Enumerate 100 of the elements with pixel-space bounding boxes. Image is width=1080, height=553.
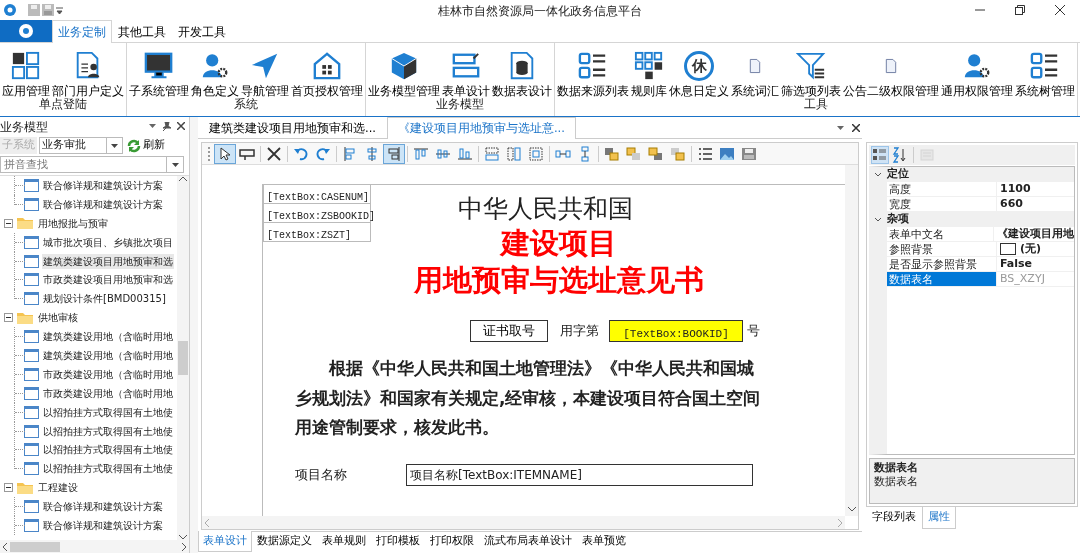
editor-tab[interactable]: 打印模板 [371, 532, 425, 551]
ribbon-button[interactable]: 休 休息日定义 [668, 43, 730, 98]
tree-item[interactable]: 联合修详规和建筑设计方案 [42, 517, 164, 533]
close-icon[interactable] [177, 122, 185, 130]
ribbon-button[interactable]: 公告二级权限管理 [842, 43, 940, 98]
property-value[interactable]: False [1000, 255, 1033, 273]
tree-item[interactable]: 联合修详规和建筑设计方案 [42, 196, 164, 212]
toolbar-button[interactable] [871, 146, 889, 164]
scrollbar[interactable] [177, 176, 189, 540]
app-menu-button[interactable] [0, 20, 52, 42]
form-field[interactable]: [TextBox:ZSZT] [263, 223, 371, 242]
dropdown-icon[interactable] [55, 4, 64, 15]
ribbon-button[interactable]: 通用权限管理 [940, 43, 1014, 98]
form-field[interactable]: [TextBox:ZSBOOKID] [263, 204, 371, 223]
form-field[interactable]: [TextBox:BOOKID] [609, 320, 743, 342]
property-name[interactable]: 参照背景 [887, 242, 997, 256]
scroll-left-icon[interactable] [2, 542, 7, 551]
property-name[interactable]: 宽度 [887, 197, 997, 211]
ribbon-button[interactable]: 部门用户定义 [51, 43, 125, 98]
tree-item[interactable]: 建筑类建设项目用地预审和选 [42, 253, 174, 269]
property-value[interactable]: 《建设项目用地 [997, 225, 1074, 243]
app-logo-icon [18, 23, 34, 39]
toolbar-button[interactable] [383, 143, 405, 164]
property-name[interactable]: 高度 [887, 182, 997, 196]
tree-folder[interactable]: 用地报批与预审 [37, 215, 109, 231]
expander-icon[interactable] [4, 483, 13, 493]
search-field[interactable]: 拼音查找 [0, 156, 166, 173]
cube-icon [389, 51, 419, 81]
tree-folder[interactable]: 工程建设 [37, 480, 79, 496]
scroll-right-icon[interactable] [182, 542, 187, 551]
scroll-down-icon[interactable] [847, 507, 856, 512]
ribbon-button[interactable]: 数据表设计 [491, 43, 553, 98]
editor-tab[interactable]: 数据源定义 [252, 532, 317, 551]
editor-tab[interactable]: 打印权限 [425, 532, 479, 551]
property-name[interactable]: 表单中文名 [887, 227, 994, 241]
pin-icon[interactable] [162, 122, 171, 131]
window-icon [24, 518, 39, 532]
ribbon-tab[interactable]: 开发工具 [172, 20, 232, 42]
restore-icon[interactable] [1015, 4, 1025, 15]
ribbon-button[interactable]: 角色定义 [190, 43, 240, 98]
form-field[interactable]: 项目名称[TextBox:ITEMNAME] [406, 463, 753, 486]
property-value[interactable]: 660 [1000, 195, 1023, 213]
tree-item[interactable]: 联合修详规和建筑设计方案 [42, 499, 164, 515]
ribbon-button[interactable]: 首页授权管理 [290, 43, 364, 98]
tree-item[interactable]: 建筑类建设用地（含临时用地 [42, 347, 174, 363]
property-value[interactable]: 1100 [1000, 180, 1031, 198]
ribbon-button[interactable]: 导航管理 [240, 43, 290, 98]
panel-tab[interactable]: 属性 [922, 507, 956, 529]
panel-tab[interactable]: 字段列表 [866, 507, 922, 529]
close-icon[interactable] [852, 124, 860, 132]
property-name[interactable]: 是否显示参照背景 [887, 257, 997, 271]
ribbon-button[interactable]: 系统词汇 [730, 43, 780, 98]
align-right-icon [386, 145, 402, 162]
ribbon-button[interactable]: 筛选项列表 [780, 43, 842, 98]
tree-item[interactable]: 以招拍挂方式取得国有土地使 [42, 404, 174, 420]
tree-item[interactable]: 以招拍挂方式取得国有土地使 [42, 442, 174, 458]
toolbar-button[interactable] [214, 143, 236, 164]
ribbon-button[interactable]: 表单设计 [441, 43, 491, 98]
scrollbar[interactable] [0, 540, 189, 553]
ribbon-tab[interactable]: 业务定制 [52, 20, 112, 43]
editor-tab[interactable]: 表单设计 [198, 531, 252, 552]
refresh-button[interactable]: 刷新 [125, 137, 167, 154]
property-name[interactable]: 数据表名 [887, 272, 997, 286]
expander-icon[interactable] [4, 218, 13, 228]
form-field[interactable]: [TextBox:CASENUM] [263, 185, 371, 204]
tree-item[interactable]: 以招拍挂方式取得国有土地使 [42, 423, 174, 439]
dropdown-icon[interactable] [149, 122, 156, 130]
tree-folder[interactable]: 供地审核 [37, 310, 79, 326]
tree-item[interactable]: 建筑类建设用地（含临时用地 [42, 329, 174, 345]
tree-item[interactable]: 联合修详规和建筑设计方案 [42, 177, 164, 193]
property-value[interactable]: (无) [1020, 240, 1042, 258]
scroll-thumb[interactable] [178, 341, 188, 375]
document-tab[interactable]: 《建设项目用地预审与选址意... [386, 117, 576, 139]
ribbon-button[interactable]: 业务模型管理 [367, 43, 441, 98]
editor-tab[interactable]: 表单预览 [577, 532, 631, 551]
fetch-number-button[interactable]: 证书取号 [470, 320, 548, 342]
scroll-up-icon[interactable] [179, 176, 187, 181]
editor-tab[interactable]: 流式布局表单设计 [479, 532, 577, 551]
close-icon[interactable] [1055, 4, 1065, 15]
ribbon-button[interactable]: 应用管理 [1, 43, 51, 98]
ribbon-button[interactable]: 数据来源列表 [556, 43, 630, 98]
tree-item[interactable]: 市政类建设用地（含临时用地 [42, 385, 174, 401]
tree-item[interactable]: 市政类建设项目用地预审和选 [42, 272, 174, 288]
dropdown-button[interactable] [166, 156, 184, 173]
scrollbar[interactable] [845, 165, 858, 516]
ribbon-button[interactable]: 系统树管理 [1014, 43, 1076, 98]
window-title: 桂林市自然资源局一体化政务信息平台 [438, 4, 642, 18]
dropdown-icon[interactable] [837, 126, 844, 130]
tree-item[interactable]: 以招拍挂方式取得国有土地使 [42, 461, 174, 477]
scroll-thumb[interactable] [10, 541, 60, 552]
scroll-down-icon[interactable] [179, 535, 187, 540]
tree-item[interactable]: 市政类建设用地（含临时用地 [42, 366, 174, 382]
tree-item[interactable]: 规划设计条件[BMD00315] [42, 291, 167, 307]
tree-item[interactable]: 城市批次项目、乡镇批次项目 [42, 234, 174, 250]
ribbon-button[interactable]: 规则库 [630, 43, 668, 98]
editor-tab[interactable]: 表单规则 [317, 532, 371, 551]
document-tab[interactable]: 建筑类建设项目用地预审和选... [198, 118, 387, 138]
ribbon-button[interactable]: 子系统管理 [128, 43, 190, 98]
ribbon-tab[interactable]: 其他工具 [112, 20, 172, 42]
expander-icon[interactable] [4, 313, 13, 323]
